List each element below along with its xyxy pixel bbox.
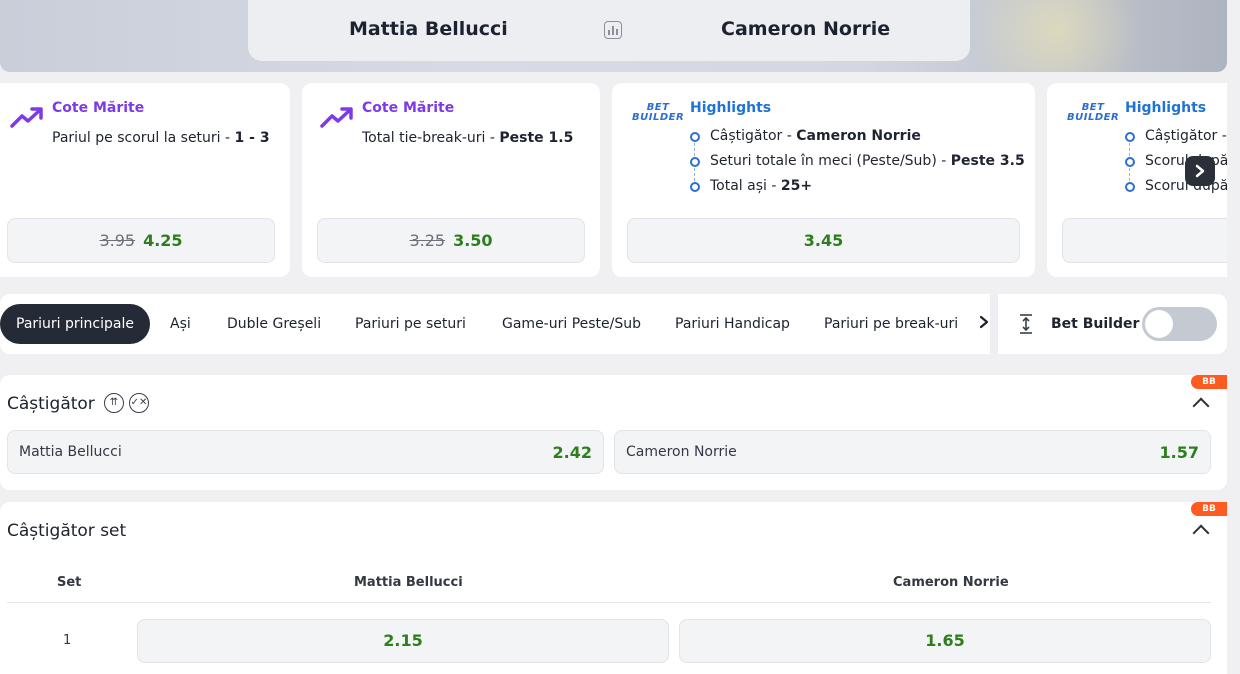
selection-away-win[interactable]: Cameron Norrie 1.57: [614, 430, 1211, 474]
bet-builder-label: Bet Builder: [1051, 316, 1140, 332]
selection-odds: 2.42: [552, 443, 592, 462]
market-winner: BB Câștigător Mattia Bellucci 2.42 Camer…: [0, 375, 1227, 490]
tab-aces[interactable]: Ași: [170, 304, 191, 344]
promo-odds-button[interactable]: 3.25 3.50: [317, 218, 585, 263]
collapse-chevron-icon[interactable]: [1192, 397, 1210, 415]
promo-type: Highlights: [1125, 100, 1207, 116]
home-team-name: Mattia Bellucci: [349, 18, 508, 40]
highlight-item: Câștigător - Cameron Norrie: [690, 128, 1025, 156]
promo-type: Cote Mărite: [362, 100, 455, 116]
set-home-odds-button[interactable]: 2.15: [137, 619, 669, 663]
selection-name: Cameron Norrie: [626, 444, 737, 460]
market-title: Câștigător set: [7, 521, 127, 541]
toggle-knob: [1145, 310, 1173, 338]
promo-odds-button[interactable]: [1062, 218, 1227, 263]
set-number: 1: [63, 633, 72, 648]
promo-odds-button[interactable]: 3.45: [627, 218, 1020, 263]
bar-chart-icon[interactable]: [604, 21, 622, 39]
boosted-odds: 4.25: [143, 231, 183, 250]
old-odds: 3.95: [99, 231, 136, 250]
promo-description: Pariul pe scorul la seturi - 1 - 3: [52, 130, 270, 146]
chevron-right-icon: [979, 315, 989, 329]
divider: [7, 602, 1211, 603]
selection-home-win[interactable]: Mattia Bellucci 2.42: [7, 430, 604, 474]
chevron-right-icon: [1195, 164, 1205, 178]
selection-odds: 1.57: [1159, 443, 1199, 462]
promo-description: Total tie-break-uri - Peste 1.5: [362, 130, 574, 146]
trending-up-icon: [320, 107, 353, 128]
bet-builder-badge: BB: [1191, 502, 1227, 516]
selection-name: Mattia Bellucci: [19, 444, 122, 460]
column-header-set: Set: [57, 575, 82, 590]
highlight-item: Seturi totale în meci (Peste/Sub) - Pest…: [690, 153, 1025, 181]
bet-builder-logo: BET BUILDER: [1067, 102, 1120, 123]
tab-handicap[interactable]: Pariuri Handicap: [675, 304, 790, 344]
tab-double-faults[interactable]: Duble Greșeli: [227, 304, 321, 344]
promo-card-highlights-1[interactable]: BET BUILDER Highlights Câștigător - Camer…: [612, 83, 1035, 277]
expand-vertical-icon[interactable]: [1018, 313, 1034, 335]
promo-card-boost-2[interactable]: Cote Mărite Total tie-break-uri - Peste …: [302, 83, 600, 277]
highlight-item: Total ași - 25+: [690, 178, 1025, 203]
tab-set-bets[interactable]: Pariuri pe seturi: [355, 304, 466, 344]
away-team-name: Cameron Norrie: [721, 18, 891, 40]
collapse-chevron-icon[interactable]: [1192, 524, 1210, 542]
bet-builder-logo: BET BUILDER: [632, 102, 685, 123]
tab-main-bets[interactable]: Pariuri principale: [0, 304, 150, 344]
column-header-away: Cameron Norrie: [893, 575, 1009, 590]
promo-odds-button[interactable]: 3.95 4.25: [7, 218, 275, 263]
carousel-next-button[interactable]: [1185, 156, 1215, 186]
bet-check-icon[interactable]: ✓✕: [129, 393, 149, 413]
combined-odds: 3.45: [803, 231, 844, 250]
highlight-item: Câștigător -: [1125, 128, 1227, 156]
set-away-odds-button[interactable]: 1.65: [679, 619, 1211, 663]
trending-up-icon: [10, 107, 43, 128]
market-title: Câștigător: [7, 394, 95, 414]
market-tabs: Pariuri principale Ași Duble Greșeli Par…: [0, 294, 1227, 354]
early-payout-icon[interactable]: ⇈: [104, 393, 124, 413]
tab-break-bets[interactable]: Pariuri pe break-uri: [824, 304, 958, 344]
match-scoreboard: Mattia Bellucci Cameron Norrie: [248, 0, 970, 61]
bet-builder-toggle[interactable]: [1142, 307, 1217, 341]
promo-type: Cote Mărite: [52, 100, 145, 116]
highlight-list: Câștigător - Cameron Norrie Seturi total…: [690, 128, 1025, 203]
divider: [990, 294, 998, 354]
promo-type: Highlights: [690, 100, 772, 116]
tab-games-over-under[interactable]: Game-uri Peste/Sub: [502, 304, 641, 344]
bet-builder-badge: BB: [1191, 375, 1227, 389]
boosted-odds: 3.50: [453, 231, 493, 250]
promo-card-boost-1[interactable]: Cote Mărite Pariul pe scorul la seturi -…: [0, 83, 290, 277]
column-header-home: Mattia Bellucci: [354, 575, 463, 590]
old-odds: 3.25: [409, 231, 446, 250]
